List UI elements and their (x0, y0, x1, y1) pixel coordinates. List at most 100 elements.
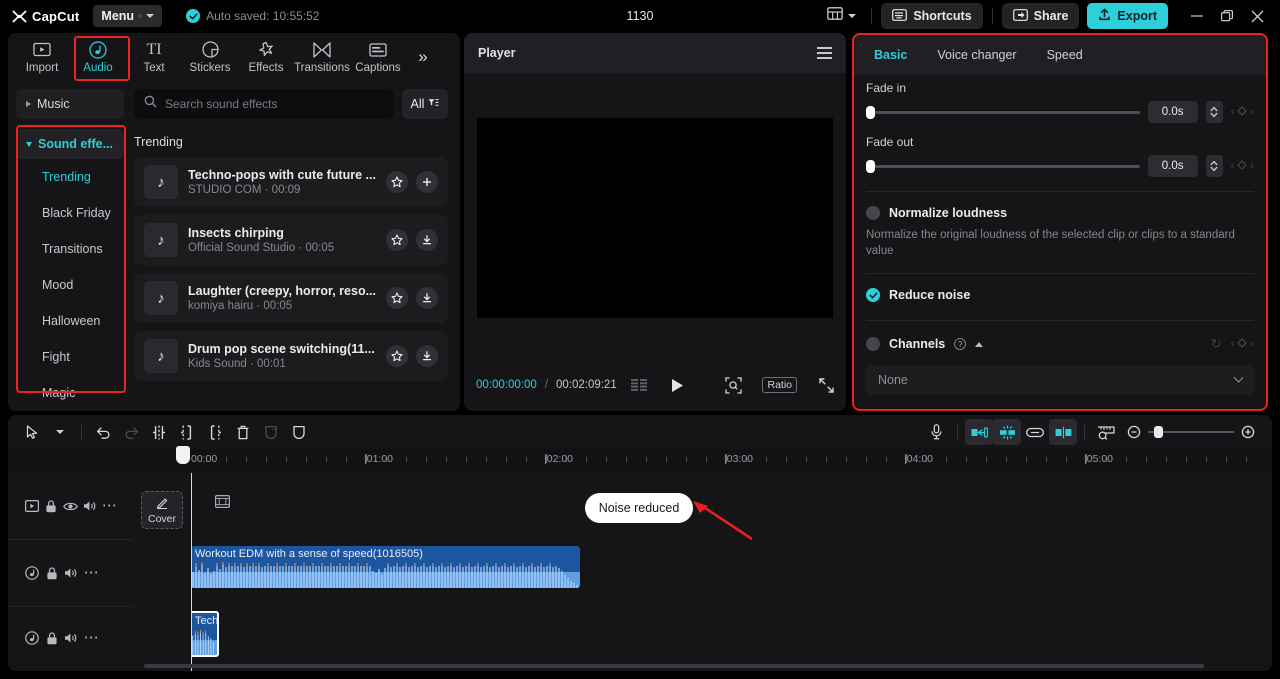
mask-tool[interactable] (285, 419, 313, 445)
eye-icon[interactable] (61, 497, 79, 515)
undo-tool[interactable] (89, 419, 117, 445)
keyframe-diamond-icon[interactable] (1237, 103, 1248, 121)
more-icon[interactable]: ⋯ (100, 497, 118, 515)
auto-cut-tool[interactable] (965, 419, 993, 445)
reduce-noise-row[interactable]: Reduce noise (866, 274, 1254, 302)
favorite-icon[interactable] (386, 287, 408, 309)
link-tool[interactable] (1021, 419, 1049, 445)
timeline-ruler[interactable]: 00:00 |01:00 |02:00 |03:00 |04:00 |05:00 (8, 449, 1272, 473)
volume-icon[interactable] (62, 564, 80, 582)
list-item[interactable]: ♪ Drum pop scene switching(11... Kids So… (133, 331, 448, 381)
timeline-clip-music[interactable]: Workout EDM with a sense of speed(101650… (191, 546, 580, 588)
delete-tool[interactable] (229, 419, 257, 445)
minimize-icon[interactable] (1182, 2, 1212, 30)
keyframe-diamond-icon[interactable] (1237, 157, 1248, 175)
restore-icon[interactable] (1212, 2, 1242, 30)
keyframe-next-icon[interactable]: › (1250, 106, 1254, 118)
category-item-magic[interactable]: Magic (16, 375, 124, 411)
layout-button[interactable] (821, 3, 862, 29)
fade-in-value[interactable]: 0.0s (1147, 101, 1198, 123)
tab-stickers[interactable]: Stickers (182, 35, 238, 79)
category-item-trending[interactable]: Trending (16, 159, 124, 195)
favorite-icon[interactable] (386, 171, 408, 193)
keyframe-prev-icon[interactable]: ‹ (1231, 160, 1235, 172)
play-icon[interactable] (671, 378, 684, 393)
ratio-button[interactable]: Ratio (762, 377, 797, 393)
search-box[interactable] (133, 89, 394, 119)
slider-knob[interactable] (866, 159, 875, 173)
zoom-knob[interactable] (1154, 426, 1163, 438)
shortcuts-button[interactable]: Shortcuts (881, 3, 983, 29)
timeline-clip-selected[interactable]: Tech (191, 611, 219, 657)
export-button[interactable]: Export (1087, 3, 1168, 29)
menu-button[interactable]: Menu (93, 5, 163, 27)
fade-out-keyframe-controls[interactable]: ‹ › (1231, 157, 1254, 175)
download-icon[interactable] (416, 287, 438, 309)
select-tool[interactable] (18, 419, 46, 445)
freeze-tool[interactable]: AI (257, 419, 285, 445)
more-icon[interactable]: ⋯ (82, 629, 100, 647)
fade-out-value[interactable]: 0.0s (1147, 155, 1198, 177)
lock-icon[interactable] (42, 497, 60, 515)
category-item-black-friday[interactable]: Black Friday (16, 195, 124, 231)
mirror-tool[interactable] (1049, 419, 1077, 445)
fade-in-slider[interactable] (866, 105, 1140, 119)
add-icon[interactable] (416, 171, 438, 193)
category-item-transitions[interactable]: Transitions (16, 231, 124, 267)
list-item[interactable]: ♪ Laughter (creepy, horror, reso... komi… (133, 273, 448, 323)
audio-wave-icon[interactable] (23, 564, 41, 582)
help-icon[interactable]: ? (954, 338, 967, 350)
fade-out-stepper[interactable] (1205, 155, 1223, 177)
ruler-tool[interactable] (1092, 419, 1120, 445)
fade-in-stepper[interactable] (1205, 101, 1223, 123)
tool-dropdown-caret[interactable] (46, 419, 74, 445)
channels-row[interactable]: Channels ? ↻ ‹ › (866, 321, 1254, 353)
tab-transitions[interactable]: Transitions (294, 35, 350, 79)
trim-left-tool[interactable] (173, 419, 201, 445)
lock-icon[interactable] (43, 564, 61, 582)
download-icon[interactable] (416, 229, 438, 251)
channels-keyframe-controls[interactable]: ‹ › (1231, 335, 1254, 353)
tab-audio[interactable]: Audio (70, 35, 126, 79)
download-icon[interactable] (416, 345, 438, 367)
split-tool[interactable] (145, 419, 173, 445)
magnifier-icon[interactable] (725, 376, 743, 394)
frames-icon[interactable] (630, 379, 649, 391)
keyframe-next-icon[interactable]: › (1250, 338, 1254, 350)
keyframe-prev-icon[interactable]: ‹ (1231, 338, 1235, 350)
horizontal-scrollbar[interactable] (144, 664, 1204, 668)
reset-icon[interactable]: ↻ (1211, 336, 1222, 352)
video-canvas[interactable] (477, 118, 833, 318)
channels-select[interactable]: None (866, 365, 1254, 395)
video-preview-icon[interactable] (23, 497, 41, 515)
playhead-handle[interactable] (176, 446, 190, 464)
normalize-loudness-row[interactable]: Normalize loudness (866, 192, 1254, 220)
favorite-icon[interactable] (386, 229, 408, 251)
cover-button[interactable]: Cover (141, 491, 183, 529)
reduce-noise-checkbox[interactable] (866, 288, 880, 302)
tab-speed[interactable]: Speed (1035, 35, 1095, 75)
zoom-in-tool[interactable] (1234, 419, 1262, 445)
lock-icon[interactable] (43, 629, 61, 647)
trim-right-tool[interactable] (201, 419, 229, 445)
channels-checkbox[interactable] (866, 337, 880, 351)
list-item[interactable]: ♪ Insects chirping Official Sound Studio… (133, 215, 448, 265)
normalize-loudness-checkbox[interactable] (866, 206, 880, 220)
category-music[interactable]: Music (16, 89, 124, 119)
keyframe-prev-icon[interactable]: ‹ (1231, 106, 1235, 118)
tab-import[interactable]: Import (14, 35, 70, 79)
slider-knob[interactable] (866, 105, 875, 119)
more-icon[interactable]: ⋯ (82, 564, 100, 582)
category-item-halloween[interactable]: Halloween (16, 303, 124, 339)
fullscreen-icon[interactable] (819, 377, 834, 393)
volume-icon[interactable] (81, 497, 99, 515)
category-sound-effects[interactable]: Sound effe... (16, 129, 124, 159)
list-item[interactable]: ♪ Techno-pops with cute future ... STUDI… (133, 157, 448, 207)
hamburger-icon[interactable] (817, 47, 832, 59)
tab-text[interactable]: TI Text (126, 35, 182, 79)
zoom-slider[interactable] (1148, 426, 1234, 438)
search-input[interactable] (164, 97, 384, 111)
keyframe-diamond-icon[interactable] (1237, 335, 1248, 353)
tab-effects[interactable]: Effects (238, 35, 294, 79)
tab-captions[interactable]: Captions (350, 35, 406, 79)
